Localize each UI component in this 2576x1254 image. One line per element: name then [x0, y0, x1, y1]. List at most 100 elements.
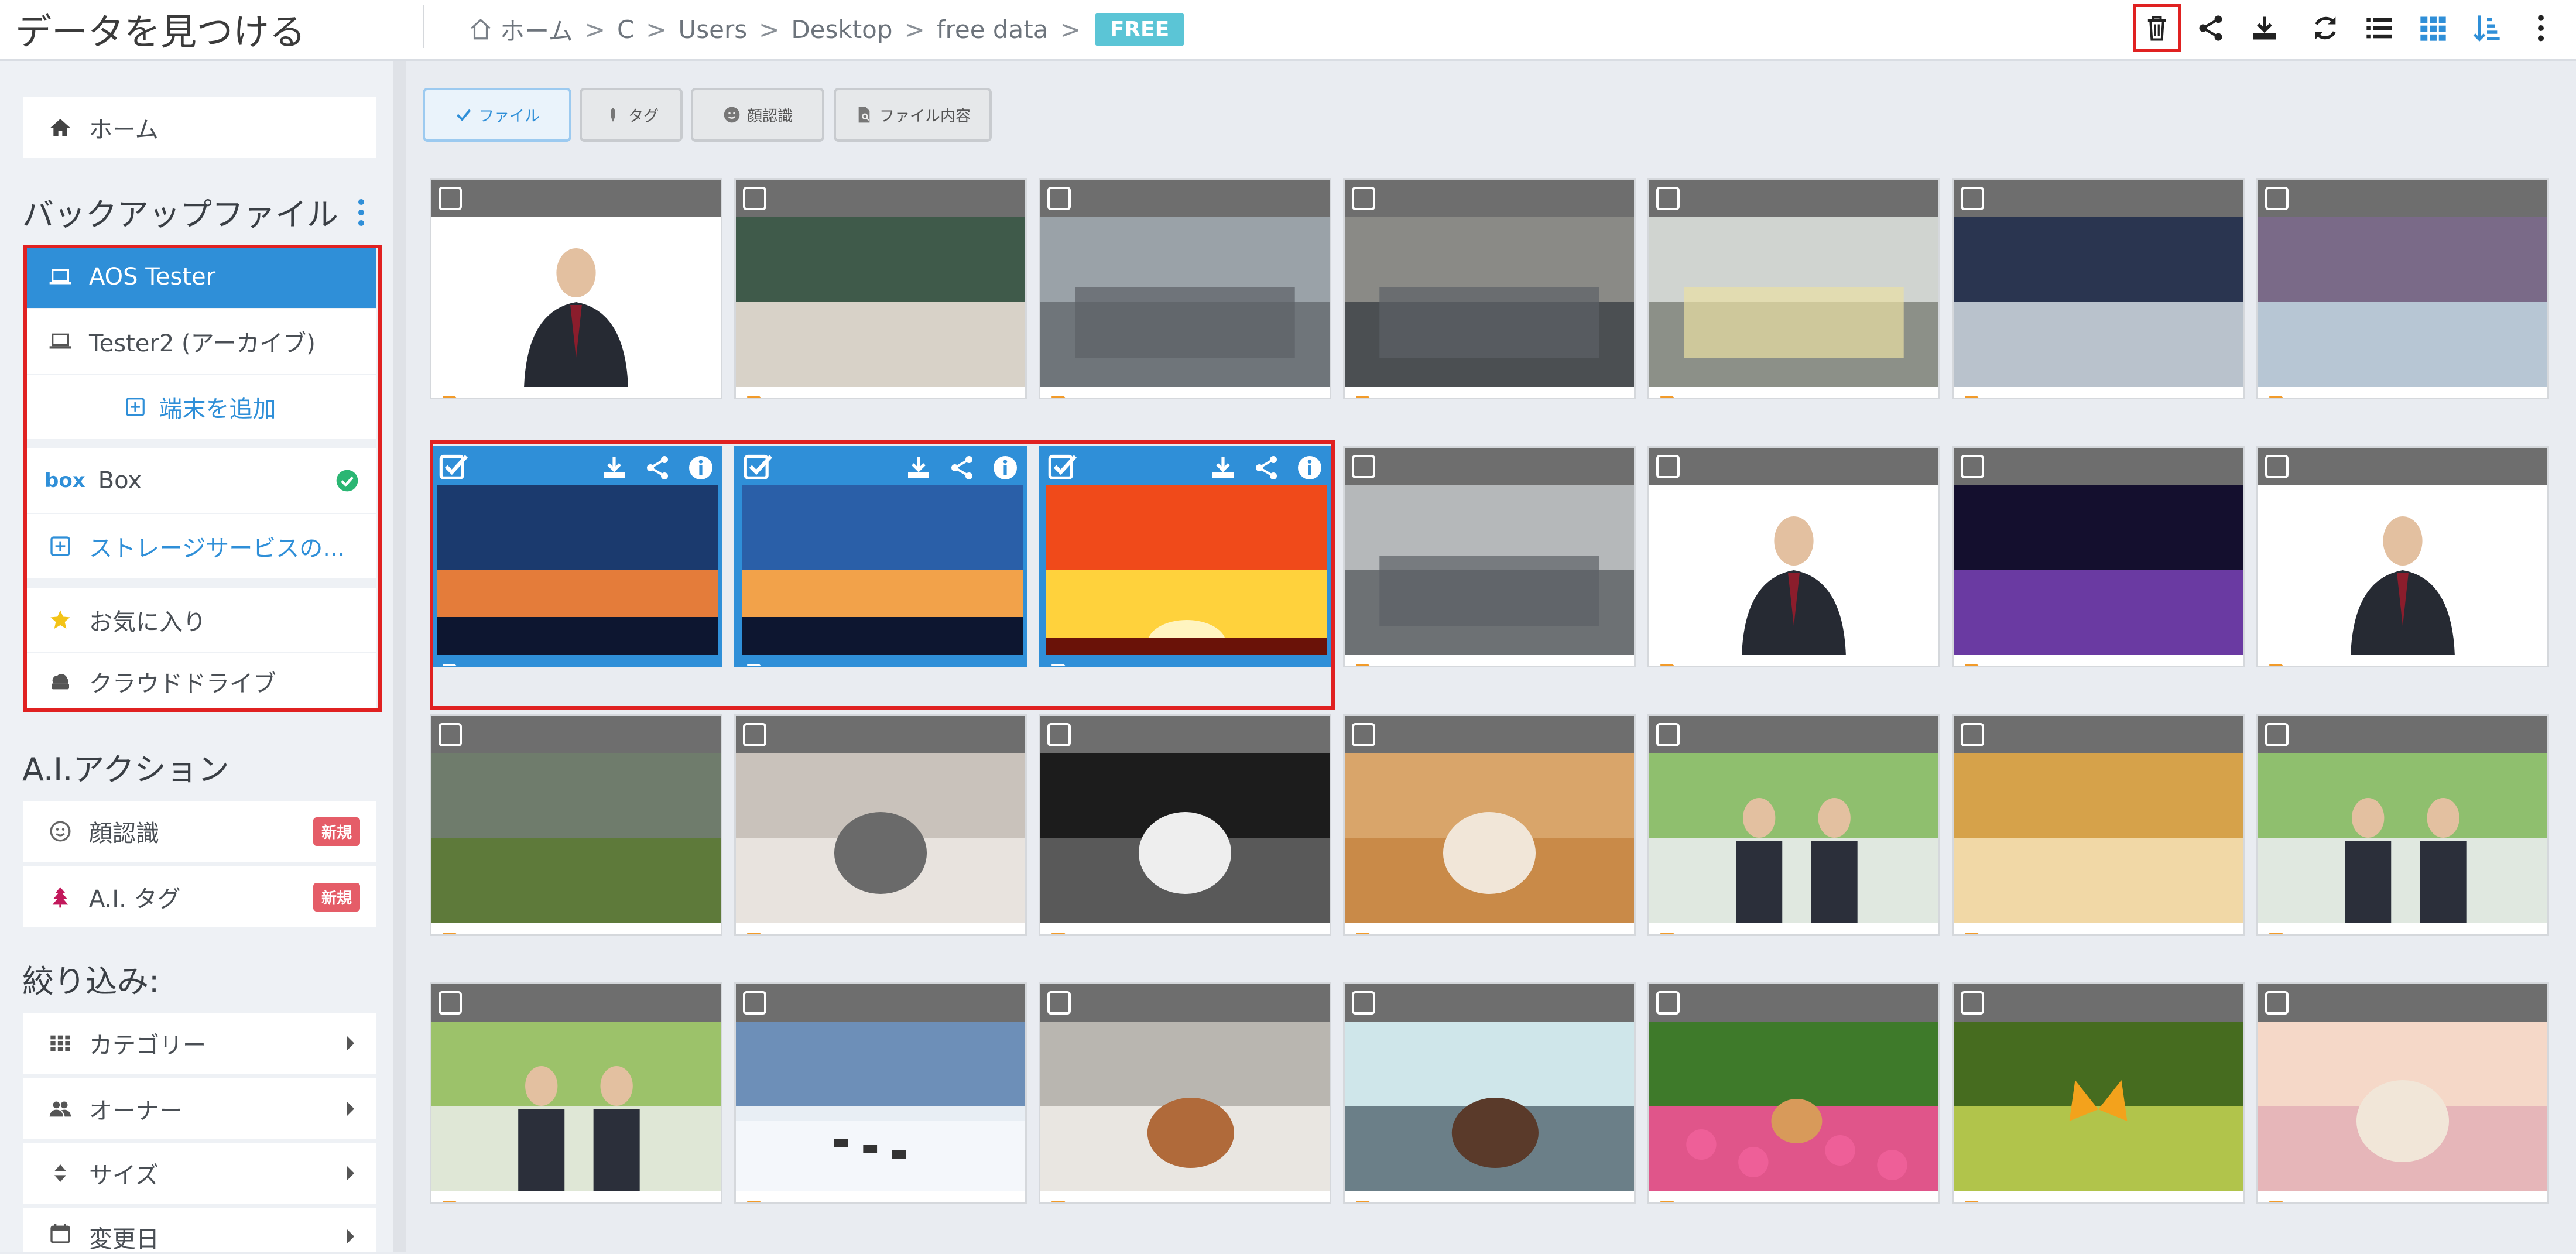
more-button[interactable] — [2517, 5, 2564, 52]
checked-checkbox[interactable] — [439, 453, 469, 483]
image-thumbnail[interactable] — [736, 753, 1025, 923]
image-thumbnail[interactable] — [2258, 217, 2547, 387]
sidebar-item-favorites[interactable]: お気に入り — [23, 588, 376, 652]
download-icon[interactable] — [905, 454, 933, 482]
sidebar-item-tester2[interactable]: Tester2 (アーカイブ) — [23, 309, 376, 374]
file-card[interactable]: test61.jpg — [1039, 982, 1331, 1204]
file-card[interactable]: test35.jpg — [1343, 714, 1636, 936]
file-caption[interactable]: test12.jpg — [1345, 387, 1634, 398]
file-card[interactable]: test13.jpg — [1647, 178, 1940, 399]
file-card[interactable]: test2.jpg — [1647, 446, 1940, 667]
image-thumbnail[interactable] — [1040, 753, 1330, 923]
file-caption[interactable]: test60.jpg — [736, 1191, 1025, 1202]
image-thumbnail[interactable] — [431, 753, 721, 923]
filter-category[interactable]: カテゴリー — [23, 1013, 376, 1074]
file-caption[interactable]: test16.jpg — [431, 655, 721, 666]
file-card[interactable]: test5.jpg — [2256, 714, 2549, 936]
delete-button[interactable] — [2133, 4, 2181, 52]
share-button[interactable] — [2187, 5, 2234, 52]
select-checkbox[interactable] — [1656, 723, 1680, 746]
image-thumbnail[interactable] — [736, 1022, 1025, 1191]
file-caption[interactable]: test62.jpg — [1345, 1191, 1634, 1202]
image-thumbnail[interactable] — [1649, 485, 1938, 655]
image-thumbnail[interactable] — [1649, 217, 1938, 387]
image-thumbnail[interactable] — [1040, 1022, 1330, 1191]
sidebar-item-cloud-drive[interactable]: クラウドドライブ — [23, 653, 376, 710]
image-thumbnail[interactable] — [1040, 217, 1330, 387]
select-checkbox[interactable] — [743, 991, 766, 1015]
file-caption[interactable]: test15.jpg — [2258, 387, 2547, 398]
home-icon[interactable] — [468, 17, 493, 42]
select-checkbox[interactable] — [2265, 723, 2289, 746]
file-caption[interactable]: test6.jpg — [431, 1191, 721, 1202]
image-thumbnail[interactable] — [1954, 485, 2243, 655]
select-checkbox[interactable] — [439, 723, 462, 746]
image-thumbnail[interactable] — [1345, 1022, 1634, 1191]
file-caption[interactable]: test4.jpg — [1954, 923, 2243, 934]
file-card[interactable]: test4.jpg — [1952, 714, 2245, 936]
breadcrumb-home[interactable]: ホーム — [500, 12, 573, 47]
image-thumbnail[interactable] — [1345, 485, 1634, 655]
refresh-button[interactable] — [2302, 5, 2349, 52]
image-thumbnail[interactable] — [1649, 1022, 1938, 1191]
file-card[interactable]: test64.jpg — [1952, 982, 2245, 1204]
select-checkbox[interactable] — [1656, 187, 1680, 210]
image-thumbnail[interactable] — [2258, 753, 2547, 923]
file-card[interactable]: test3.jpg — [2256, 446, 2549, 667]
file-caption[interactable]: test10.jpg — [736, 387, 1025, 398]
select-checkbox[interactable] — [1961, 723, 1984, 746]
image-thumbnail[interactable] — [1046, 485, 1327, 655]
select-checkbox[interactable] — [1047, 723, 1071, 746]
image-thumbnail[interactable] — [736, 217, 1025, 387]
image-thumbnail[interactable] — [431, 217, 721, 387]
share-icon[interactable] — [643, 454, 672, 482]
file-card[interactable]: test19.jpg — [1343, 446, 1636, 667]
file-card[interactable]: test63.jpg — [1647, 982, 1940, 1204]
info-icon[interactable] — [1296, 454, 1324, 482]
file-card[interactable]: test11.jpg — [1039, 178, 1331, 399]
file-caption[interactable]: test18.jpg — [1040, 655, 1330, 666]
select-checkbox[interactable] — [743, 187, 766, 210]
file-caption[interactable]: test20.jpg — [1954, 655, 2243, 666]
file-caption[interactable]: test33.jpg — [736, 923, 1025, 934]
file-card[interactable]: test32.jpg — [430, 714, 722, 936]
file-card[interactable]: test60.jpg — [734, 982, 1027, 1204]
download-icon[interactable] — [1209, 454, 1237, 482]
add-device-button[interactable]: 端末を追加 — [23, 375, 376, 439]
checked-checkbox[interactable] — [743, 453, 773, 483]
select-checkbox[interactable] — [2265, 455, 2289, 478]
file-card[interactable]: test12.jpg — [1343, 178, 1636, 399]
file-caption[interactable]: test17.jpg — [736, 655, 1025, 666]
file-card[interactable]: test18.jpg — [1039, 446, 1331, 667]
select-checkbox[interactable] — [1352, 991, 1375, 1015]
file-caption[interactable]: test35.jpg — [1345, 923, 1634, 934]
backup-options-icon[interactable] — [358, 199, 365, 231]
file-caption[interactable]: test5.jpg — [2258, 923, 2547, 934]
file-caption[interactable]: test63.jpg — [1649, 1191, 1938, 1202]
file-caption[interactable]: test13.jpg — [1649, 387, 1938, 398]
download-button[interactable] — [2241, 5, 2288, 52]
file-card[interactable]: test34.jpg — [1039, 714, 1331, 936]
file-card[interactable]: test10.jpg — [734, 178, 1027, 399]
select-checkbox[interactable] — [1047, 991, 1071, 1015]
sidebar-item-box[interactable]: box Box — [23, 448, 376, 513]
file-caption[interactable]: test64.jpg — [1954, 1191, 2243, 1202]
file-card[interactable]: test16.jpg — [430, 446, 722, 667]
breadcrumb-desktop[interactable]: Desktop — [791, 15, 892, 44]
file-card[interactable]: test17.jpg — [734, 446, 1027, 667]
image-thumbnail[interactable] — [1345, 753, 1634, 923]
image-thumbnail[interactable] — [2258, 1022, 2547, 1191]
select-checkbox[interactable] — [439, 187, 462, 210]
file-caption[interactable]: test32.jpg — [431, 923, 721, 934]
sidebar-item-ai-tag[interactable]: A.I. タグ 新規 — [23, 866, 376, 927]
file-card[interactable]: test36.jpg — [1647, 714, 1940, 936]
file-card[interactable]: test1.jpg — [430, 178, 722, 399]
select-checkbox[interactable] — [743, 723, 766, 746]
file-card[interactable]: test62.jpg — [1343, 982, 1636, 1204]
image-thumbnail[interactable] — [742, 485, 1023, 655]
image-thumbnail[interactable] — [2258, 485, 2547, 655]
file-card[interactable]: test65.jpg — [2256, 982, 2549, 1204]
grid-view-button[interactable] — [2410, 5, 2457, 52]
file-card[interactable]: test6.jpg — [430, 982, 722, 1204]
select-checkbox[interactable] — [1961, 187, 1984, 210]
